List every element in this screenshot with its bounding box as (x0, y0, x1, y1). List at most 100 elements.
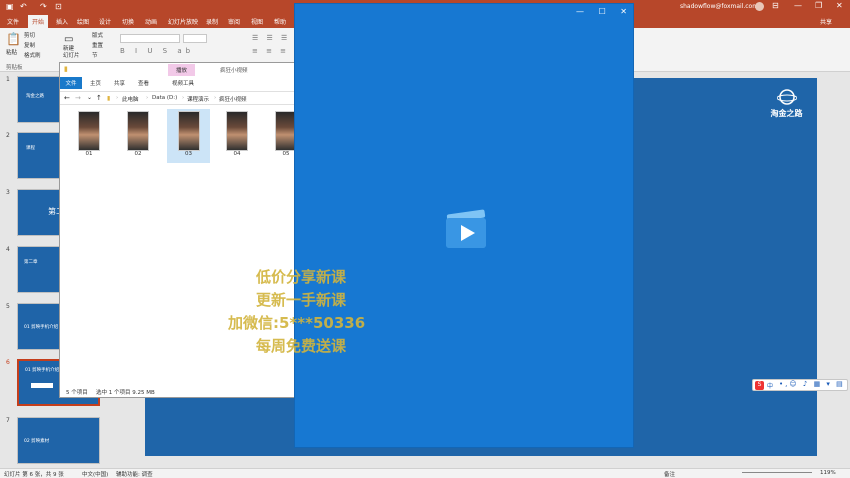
language-indicator[interactable]: 中文(中国) (82, 470, 108, 478)
close-button[interactable]: ✕ (836, 1, 843, 10)
paragraph-buttons[interactable]: ☰ ☰ ☰ (252, 34, 290, 42)
tab-home[interactable]: 开始 (28, 15, 49, 28)
breadcrumb-current-folder[interactable]: 疯狂小视频 (219, 95, 247, 103)
section-button[interactable]: 节 (92, 51, 98, 59)
breadcrumb-separator: › (146, 95, 149, 101)
tab-file[interactable]: 文件 (7, 17, 19, 26)
breadcrumb-separator: › (214, 95, 217, 101)
redo-icon[interactable]: ↷ (40, 2, 47, 11)
slide-logo-text: 淘金之路 (770, 109, 803, 118)
ime-mode-label[interactable]: 中 (767, 381, 773, 390)
folder-icon: ▮ (64, 65, 68, 73)
play-icon[interactable] (444, 208, 488, 250)
tab-transitions[interactable]: 切换 (122, 17, 134, 26)
explorer-tab-share[interactable]: 共享 (114, 79, 125, 87)
file-name: 03 (185, 151, 192, 157)
file-name: 04 (233, 151, 241, 157)
selected-info: 选中 1 个项目 9.25 MB (96, 390, 155, 396)
video-thumbnail (177, 111, 200, 151)
context-tab-play[interactable]: 播放 (168, 64, 196, 76)
align-buttons[interactable]: ≡ ≡ ≡ (252, 47, 289, 55)
undo-icon[interactable]: ↶ (20, 2, 27, 11)
thumb-text: 课程 (26, 146, 35, 151)
copy-button[interactable]: 复制 (24, 41, 35, 49)
player-window-controls: — ☐ ✕ (576, 7, 627, 16)
minimize-button[interactable]: — (794, 1, 802, 10)
explorer-title: 疯狂小视频 (220, 68, 248, 74)
file-item-03[interactable]: 03 (167, 109, 210, 163)
font-style-buttons[interactable]: B I U S ab (120, 47, 194, 55)
thumb-text: 02 剪映素材 (24, 439, 50, 444)
cut-button[interactable]: 剪切 (24, 31, 35, 39)
thumb-number: 4 (6, 246, 10, 253)
tab-animations[interactable]: 动画 (145, 17, 157, 26)
notes-button[interactable]: 备注 (664, 470, 675, 478)
restore-button[interactable]: ❐ (815, 1, 822, 10)
tab-design[interactable]: 设计 (99, 17, 111, 26)
forward-arrow-icon[interactable]: → (75, 94, 81, 102)
tab-view[interactable]: 视图 (251, 17, 263, 26)
sogou-logo-icon: S (755, 381, 764, 390)
tab-record[interactable]: 录制 (206, 17, 218, 26)
save-icon[interactable]: ▣ (6, 2, 14, 11)
ribbon-options-icon[interactable]: ⊟ (772, 1, 779, 10)
paste-button[interactable]: 粘贴 (6, 48, 17, 56)
avatar[interactable] (755, 2, 764, 11)
layout-button[interactable]: 版式 (92, 31, 103, 39)
slide-counter: 幻灯片 第 6 张，共 9 张 (4, 472, 64, 478)
explorer-tab-home[interactable]: 主页 (90, 79, 101, 87)
quick-access-icon[interactable]: ⊡ (55, 2, 62, 11)
watermark-line-2: 更新一手新课 (256, 291, 347, 309)
account-email: shadowflow@foxmail.com (680, 3, 759, 10)
vertical-scrollbar[interactable] (836, 72, 850, 468)
tab-review[interactable]: 审阅 (228, 17, 240, 26)
thumb-text: 淘金之路 (26, 94, 44, 99)
up-arrow-icon[interactable]: ↑ (96, 94, 102, 102)
thumb-number: 7 (6, 417, 10, 424)
thumb-number: 6 (6, 359, 10, 366)
breadcrumb-this-pc[interactable]: 此电脑 (122, 95, 139, 103)
chevron-down-icon[interactable]: ⌄ (87, 94, 92, 101)
ime-tool-icons[interactable]: •,☺ ♪ ▦ ▾ ▤ (779, 380, 845, 388)
tab-insert[interactable]: 插入 (56, 17, 68, 26)
format-painter-button[interactable]: 格式刷 (24, 51, 41, 59)
new-slide-button[interactable]: 新建 幻灯片 (63, 46, 80, 60)
file-item-01[interactable]: 01 (72, 111, 106, 163)
share-button[interactable]: 共享 (820, 17, 832, 26)
font-family-select[interactable] (120, 34, 180, 43)
video-thumbnail (78, 111, 100, 151)
file-item-02[interactable]: 02 (121, 111, 155, 163)
tab-help[interactable]: 帮助 (274, 17, 286, 26)
new-slide-icon[interactable]: ▭ (64, 34, 73, 45)
paste-icon[interactable]: 📋 (6, 32, 21, 46)
thumb-number: 3 (6, 189, 10, 196)
explorer-tab-view[interactable]: 查看 (138, 79, 149, 87)
folder-icon: ▮ (107, 95, 111, 102)
file-name: 01 (85, 151, 93, 157)
thumb-number: 2 (6, 132, 10, 139)
zoom-slider[interactable] (742, 472, 812, 473)
tab-slideshow[interactable]: 幻灯片放映 (168, 17, 198, 26)
ime-toolbar[interactable]: S 中 •,☺ ♪ ▦ ▾ ▤ (752, 379, 848, 391)
breadcrumb-separator: › (116, 95, 119, 101)
zoom-level[interactable]: 119% (820, 470, 836, 476)
reset-button[interactable]: 重置 (92, 41, 103, 49)
explorer-title-bar: ▮ 播放 疯狂小视频 (60, 63, 300, 77)
slide-thumbnail-7[interactable]: 02 剪映素材 (17, 417, 100, 464)
player-maximize-button[interactable]: ☐ (599, 7, 606, 16)
file-item-04[interactable]: 04 (220, 111, 254, 163)
font-size-select[interactable] (183, 34, 207, 43)
back-arrow-icon[interactable]: ← (64, 94, 70, 102)
explorer-tab-file[interactable]: 文件 (60, 77, 82, 89)
thumb-text: 01 剪映手机介绍 (25, 368, 60, 373)
breadcrumb-drive[interactable]: Data (D:) (152, 95, 177, 101)
player-minimize-button[interactable]: — (576, 7, 584, 16)
tab-draw[interactable]: 绘图 (77, 17, 89, 26)
explorer-ribbon-tabs: 文件 主页 共享 查看 视频工具 (60, 77, 300, 89)
breadcrumb-course-demo[interactable]: 课程演示 (187, 95, 209, 103)
watermark-line-4: 每周免费送课 (256, 337, 347, 355)
explorer-tab-video-tools[interactable]: 视频工具 (172, 79, 194, 87)
video-player-window[interactable]: — ☐ ✕ (294, 3, 634, 448)
accessibility-indicator[interactable]: 辅助功能: 调查 (116, 470, 153, 478)
player-close-button[interactable]: ✕ (620, 7, 627, 16)
